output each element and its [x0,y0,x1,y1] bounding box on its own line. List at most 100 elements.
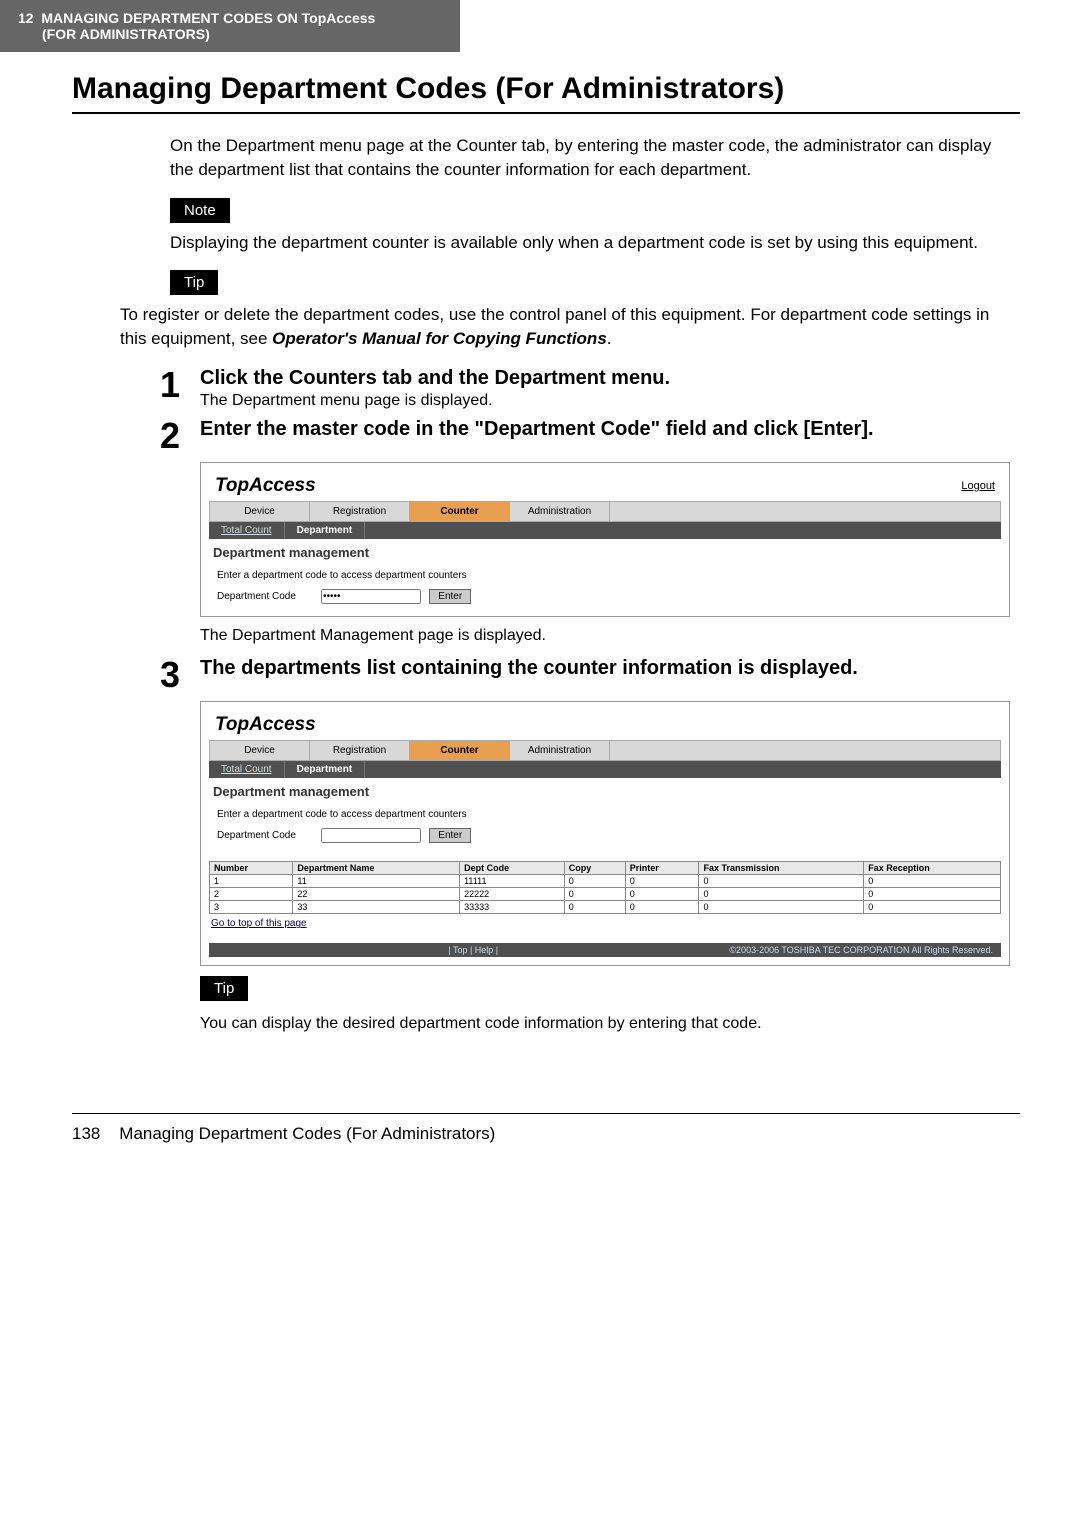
cell: 33 [293,901,460,914]
tip-badge: Tip [170,270,218,295]
cell: 22222 [460,888,565,901]
logout-link[interactable]: Logout [961,480,995,492]
chapter-title-line1: MANAGING DEPARTMENT CODES ON TopAccess [41,10,375,26]
enter-button[interactable]: Enter [429,589,471,604]
tab-device-2[interactable]: Device [210,741,310,760]
tip-body: To register or delete the department cod… [120,303,1010,351]
screenshot-2: TopAccess Device Registration Counter Ad… [200,701,1010,966]
tip-body-part3: . [607,329,612,348]
page-footer-title: Managing Department Codes (For Administr… [119,1124,495,1143]
tab-administration[interactable]: Administration [510,502,610,521]
cell: 22 [293,888,460,901]
subtab-total-count-2[interactable]: Total Count [209,761,285,778]
step-2-after: The Department Management page is displa… [200,627,1010,645]
step-2-number: 2 [160,418,200,454]
screenshot-footer: | Top | Help | ©2003-2006 TOSHIBA TEC CO… [209,943,1001,957]
chapter-title-line2: (FOR ADMINISTRATORS) [18,26,442,42]
col-fax-tx: Fax Transmission [699,862,864,875]
cell: 0 [864,901,1001,914]
col-number: Number [210,862,293,875]
topaccess-brand-2: TopAccess [209,710,1001,740]
cell: 0 [699,888,864,901]
tip-2-body: You can display the desired department c… [200,1015,1010,1033]
cell: 33333 [460,901,565,914]
cell: 0 [564,875,625,888]
dept-code-row: Department Code Enter [209,585,1001,608]
cell: 0 [564,888,625,901]
section-title: Managing Department Codes (For Administr… [72,72,1080,106]
main-tabs-2: Device Registration Counter Administrati… [209,740,1001,761]
sub-tabs-2: Total Count Department [209,761,1001,778]
dept-code-label: Department Code [217,591,296,602]
page-number: 138 [72,1124,100,1143]
col-dept-name: Department Name [293,862,460,875]
note-body: Displaying the department counter is ava… [170,231,1010,255]
step-1-number: 1 [160,367,200,410]
cell: 0 [699,875,864,888]
col-fax-rx: Fax Reception [864,862,1001,875]
table-row[interactable]: 3 33 33333 0 0 0 0 [210,901,1001,914]
cell: 0 [864,888,1001,901]
col-copy: Copy [564,862,625,875]
cell: 0 [699,901,864,914]
dept-code-input-2[interactable] [321,828,421,843]
subtab-department-2[interactable]: Department [285,761,366,778]
table-row[interactable]: 1 11 11111 0 0 0 0 [210,875,1001,888]
tab-counter[interactable]: Counter [410,502,510,521]
step-2: 2 Enter the master code in the "Departme… [160,418,1010,454]
table-row[interactable]: 2 22 22222 0 0 0 0 [210,888,1001,901]
tab-device[interactable]: Device [210,502,310,521]
brand-text-2: TopAccess [215,714,316,736]
step-2-heading: Enter the master code in the "Department… [200,418,1010,441]
chapter-number: 12 [18,10,34,26]
step-3-number: 3 [160,657,200,693]
footer-center-links[interactable]: | Top | Help | [217,945,729,955]
subtab-department[interactable]: Department [285,522,366,539]
note-badge: Note [170,198,230,223]
panel-title: Department management [209,539,1001,566]
cell: 0 [564,901,625,914]
dept-code-label-2: Department Code [217,830,296,841]
main-tabs: Device Registration Counter Administrati… [209,501,1001,522]
cell: 11111 [460,875,565,888]
instruction-text-2: Enter a department code to access depart… [209,805,1001,824]
panel-title-2: Department management [209,778,1001,805]
page-footer: 138 Managing Department Codes (For Admin… [72,1113,1020,1144]
cell: 3 [210,901,293,914]
topaccess-brand: TopAccess Logout [209,471,1001,501]
step-1-heading: Click the Counters tab and the Departmen… [200,367,1010,390]
intro-paragraph: On the Department menu page at the Count… [170,134,1010,182]
section-underline [72,112,1020,114]
subtab-total-count[interactable]: Total Count [209,522,285,539]
chapter-header: 12 MANAGING DEPARTMENT CODES ON TopAcces… [0,0,460,52]
tab-administration-2[interactable]: Administration [510,741,610,760]
screenshot-1: TopAccess Logout Device Registration Cou… [200,462,1010,617]
instruction-text: Enter a department code to access depart… [209,566,1001,585]
tip-badge-2: Tip [200,976,248,1001]
cell: 0 [625,888,699,901]
brand-text: TopAccess [215,475,316,497]
cell: 1 [210,875,293,888]
cell: 11 [293,875,460,888]
footer-copyright: ©2003-2006 TOSHIBA TEC CORPORATION All R… [729,945,993,955]
tab-registration-2[interactable]: Registration [310,741,410,760]
sub-tabs: Total Count Department [209,522,1001,539]
cell: 0 [625,875,699,888]
col-dept-code: Dept Code [460,862,565,875]
step-3-heading: The departments list containing the coun… [200,657,1010,680]
tab-registration[interactable]: Registration [310,502,410,521]
dept-code-input[interactable] [321,589,421,604]
table-header-row: Number Department Name Dept Code Copy Pr… [210,862,1001,875]
dept-code-row-2: Department Code Enter [209,824,1001,847]
goto-top-link[interactable]: Go to top of this page [209,914,309,933]
cell: 2 [210,888,293,901]
cell: 0 [625,901,699,914]
step-1-sub: The Department menu page is displayed. [200,392,1010,410]
col-printer: Printer [625,862,699,875]
tab-counter-2[interactable]: Counter [410,741,510,760]
department-table: Number Department Name Dept Code Copy Pr… [209,861,1001,914]
step-1: 1 Click the Counters tab and the Departm… [160,367,1010,410]
enter-button-2[interactable]: Enter [429,828,471,843]
tip-body-manual-ref: Operator's Manual for Copying Functions [272,329,607,348]
step-3: 3 The departments list containing the co… [160,657,1010,693]
